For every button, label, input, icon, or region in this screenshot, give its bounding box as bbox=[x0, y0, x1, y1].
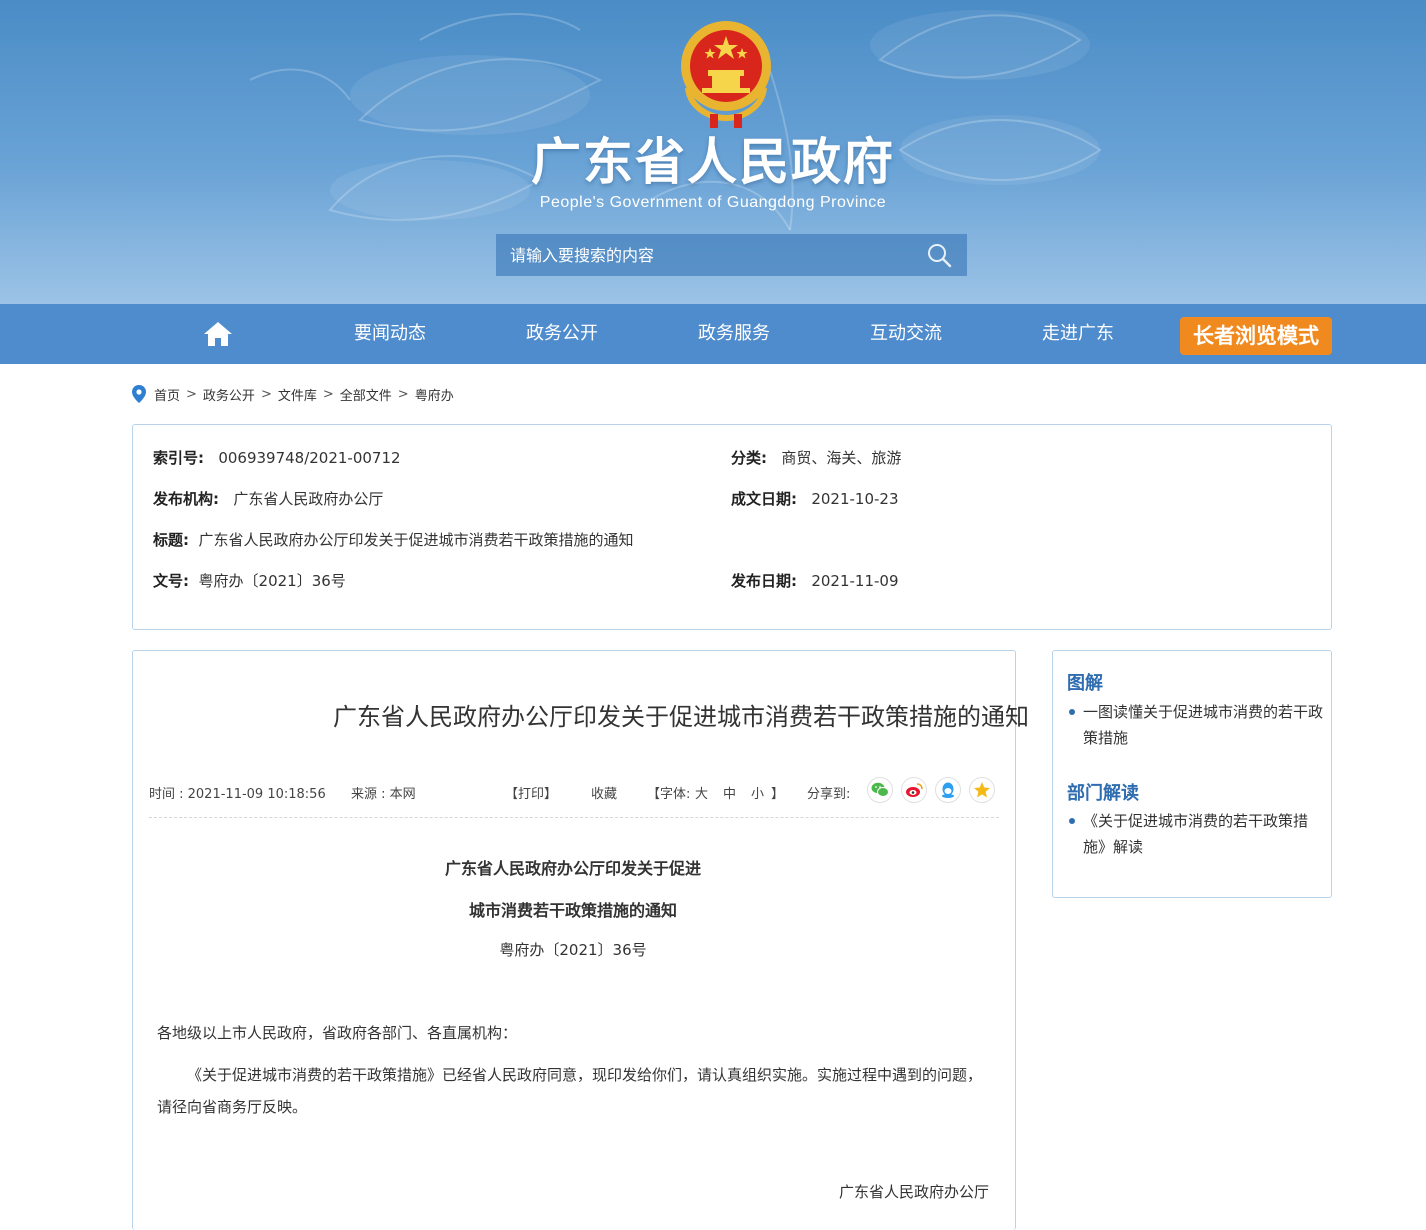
qzone-icon bbox=[974, 782, 990, 798]
bullet-dot-icon bbox=[1069, 709, 1075, 715]
breadcrumb-separator: > bbox=[260, 386, 272, 402]
doc-salutation: 各地级以上市人民政府，省政府各部门、各直属机构： bbox=[157, 1024, 518, 1042]
article-panel: 广东省人民政府办公厅印发关于促进城市消费若干政策措施的通知 时间 : 2021-… bbox=[132, 650, 1029, 1230]
font-size-label: 【字体: bbox=[647, 787, 691, 802]
nav-item-about-guangdong[interactable]: 走进广东 bbox=[1008, 304, 1148, 364]
article-source: 来源 : 本网 bbox=[351, 787, 416, 802]
meta-index-label: 索引号: bbox=[153, 449, 204, 467]
meta-title-value: 广东省人民政府办公厅印发关于促进城市消费若干政策措施的通知 bbox=[198, 531, 634, 549]
doc-body-paragraph: 《关于促进城市消费的若干政策措施》已经省人民政府同意，现印发给你们，请认真组织实… bbox=[157, 1066, 983, 1116]
search-icon bbox=[928, 244, 952, 268]
doc-number: 粤府办〔2021〕36号 bbox=[499, 941, 647, 959]
sidebar-item-interpretation[interactable]: 《关于促进城市消费的若干政策措施》解读 bbox=[1067, 808, 1323, 860]
meta-category-value: 商贸、海关、旅游 bbox=[781, 449, 902, 467]
search-input[interactable] bbox=[496, 234, 911, 276]
print-button[interactable]: 【打印】 bbox=[505, 783, 557, 802]
meta-written-date-value: 2021-10-23 bbox=[811, 490, 899, 508]
search-bar bbox=[496, 234, 967, 276]
breadcrumb: 首页 > 政务公开 > 文件库 > 全部文件 > 粤府办 bbox=[132, 383, 454, 405]
font-size-close: 】 bbox=[771, 787, 785, 802]
related-sidebar: 图解 一图读懂关于促进城市消费的若干政策措施 部门解读 《关于促进城市消费的若干… bbox=[1052, 650, 1332, 898]
article-time: 时间 : 2021-11-09 10:18:56 bbox=[149, 787, 326, 802]
sidebar-item-infographic-label: 一图读懂关于促进城市消费的若干政策措施 bbox=[1083, 703, 1324, 747]
elder-mode-button[interactable]: 长者浏览模式 bbox=[1180, 317, 1332, 355]
sidebar-item-infographic[interactable]: 一图读懂关于促进城市消费的若干政策措施 bbox=[1067, 699, 1323, 751]
national-emblem-icon bbox=[681, 21, 771, 128]
meta-category-label: 分类: bbox=[731, 449, 767, 467]
site-title: 广东省人民政府 bbox=[531, 133, 895, 191]
meta-publish-date: 发布日期: 2021-11-09 bbox=[731, 570, 899, 591]
font-small-button[interactable]: 小 bbox=[751, 783, 764, 802]
qq-icon bbox=[942, 782, 954, 798]
meta-category: 分类: 商贸、海关、旅游 bbox=[731, 447, 901, 468]
doc-heading-line-2: 城市消费若干政策措施的通知 bbox=[468, 901, 677, 920]
favorite-button[interactable]: 收藏 bbox=[591, 783, 617, 802]
main-nav: 要闻动态 政务公开 政务服务 互动交流 走进广东 长者浏览模式 bbox=[0, 304, 1426, 364]
share-wechat-button[interactable] bbox=[867, 777, 893, 803]
meta-doc-number: 文号: 粤府办〔2021〕36号 bbox=[153, 570, 346, 591]
breadcrumb-file-library[interactable]: 文件库 bbox=[278, 385, 317, 404]
breadcrumb-home[interactable]: 首页 bbox=[154, 385, 180, 404]
meta-publisher-label: 发布机构: bbox=[153, 490, 219, 508]
doc-heading-line-1: 广东省人民政府办公厅印发关于促进 bbox=[444, 859, 701, 878]
site-subtitle: People's Government of Guangdong Provinc… bbox=[539, 194, 887, 211]
toolbar-divider bbox=[149, 817, 999, 818]
header-banner: 广东省人民政府 People's Government of Guangdong… bbox=[0, 0, 1426, 304]
share-weibo-button[interactable] bbox=[901, 777, 927, 803]
share-qq-button[interactable] bbox=[935, 777, 961, 803]
meta-index-number: 索引号: 006939748/2021-00712 bbox=[153, 447, 401, 468]
meta-publisher: 发布机构: 广东省人民政府办公厅 bbox=[153, 488, 383, 509]
sidebar-item-interpretation-label: 《关于促进城市消费的若干政策措施》解读 bbox=[1083, 812, 1309, 856]
article-title: 广东省人民政府办公厅印发关于促进城市消费若干政策措施的通知 bbox=[333, 703, 1029, 731]
breadcrumb-gov-affairs[interactable]: 政务公开 bbox=[203, 385, 255, 404]
document-meta-panel: 索引号: 006939748/2021-00712 分类: 商贸、海关、旅游 发… bbox=[132, 424, 1332, 630]
breadcrumb-separator: > bbox=[397, 386, 409, 402]
breadcrumb-all-files[interactable]: 全部文件 bbox=[340, 385, 392, 404]
meta-publish-date-value: 2021-11-09 bbox=[811, 572, 899, 590]
doc-signature: 广东省人民政府办公厅 bbox=[838, 1183, 989, 1201]
sidebar-section-infographic: 图解 bbox=[1067, 673, 1103, 694]
meta-index-value: 006939748/2021-00712 bbox=[218, 449, 401, 467]
sidebar-section-interpretation: 部门解读 bbox=[1067, 783, 1139, 804]
font-medium-button[interactable]: 中 bbox=[723, 783, 736, 802]
breadcrumb-separator: > bbox=[322, 386, 334, 402]
wechat-icon bbox=[871, 782, 889, 797]
nav-home-button[interactable] bbox=[188, 304, 248, 364]
nav-item-gov-affairs[interactable]: 政务公开 bbox=[492, 304, 632, 364]
nav-item-news[interactable]: 要闻动态 bbox=[320, 304, 460, 364]
home-icon bbox=[204, 322, 232, 346]
location-pin-icon bbox=[132, 385, 146, 403]
font-large-button[interactable]: 大 bbox=[695, 783, 708, 802]
nav-item-interaction[interactable]: 互动交流 bbox=[836, 304, 976, 364]
meta-written-date: 成文日期: 2021-10-23 bbox=[731, 488, 899, 509]
meta-title-label: 标题: bbox=[153, 531, 189, 549]
meta-doc-number-value: 粤府办〔2021〕36号 bbox=[198, 572, 346, 590]
share-qzone-button[interactable] bbox=[969, 777, 995, 803]
search-button[interactable] bbox=[911, 234, 967, 276]
nav-item-gov-services[interactable]: 政务服务 bbox=[664, 304, 804, 364]
breadcrumb-separator: > bbox=[186, 386, 197, 402]
article-toolbar: 时间 : 2021-11-09 10:18:56 来源 : 本网 【打印】 收藏… bbox=[149, 773, 999, 809]
meta-doc-number-label: 文号: bbox=[153, 572, 189, 590]
weibo-icon bbox=[906, 783, 923, 797]
share-label: 分享到: bbox=[807, 787, 851, 802]
meta-publish-date-label: 发布日期: bbox=[731, 572, 797, 590]
bullet-dot-icon bbox=[1069, 818, 1075, 824]
meta-written-date-label: 成文日期: bbox=[731, 490, 797, 508]
meta-publisher-value: 广东省人民政府办公厅 bbox=[233, 490, 384, 508]
breadcrumb-yuefuban[interactable]: 粤府办 bbox=[415, 385, 454, 404]
meta-title: 标题: 广东省人民政府办公厅印发关于促进城市消费若干政策措施的通知 bbox=[153, 529, 634, 550]
